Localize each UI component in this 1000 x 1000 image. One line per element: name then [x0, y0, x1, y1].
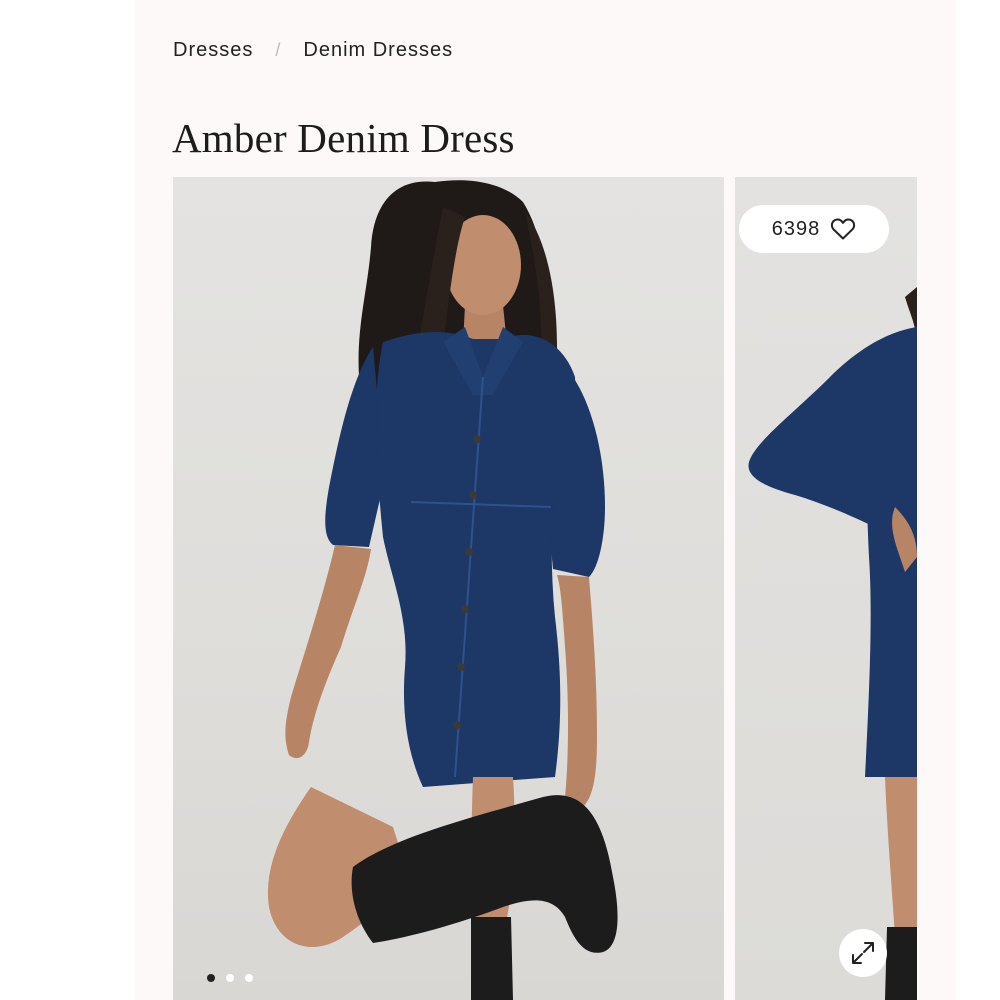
- breadcrumb: Dresses / Denim Dresses: [173, 39, 453, 62]
- pagination-dot-3[interactable]: [245, 974, 253, 982]
- favorite-count: 6398: [771, 217, 821, 240]
- expand-image-button[interactable]: [839, 929, 887, 977]
- product-title: Amber Denim Dress: [172, 115, 515, 161]
- breadcrumb-item-denim-dresses[interactable]: Denim Dresses: [303, 39, 453, 62]
- breadcrumb-item-dresses[interactable]: Dresses: [173, 39, 253, 62]
- expand-icon: [852, 942, 874, 964]
- heart-icon: [831, 218, 856, 240]
- product-photo-model-side: [748, 287, 917, 1000]
- product-page: Dresses / Denim Dresses Amber Denim Dres…: [134, 0, 956, 1000]
- breadcrumb-separator: /: [275, 40, 282, 60]
- product-image-main[interactable]: [173, 177, 724, 1000]
- gallery-pagination: [207, 974, 253, 982]
- pagination-dot-2[interactable]: [226, 974, 234, 982]
- product-image-secondary[interactable]: 6398: [735, 177, 917, 1000]
- pagination-dot-1[interactable]: [207, 974, 215, 982]
- product-image-gallery[interactable]: 6398: [173, 177, 917, 1000]
- favorite-button[interactable]: 6398: [739, 205, 889, 253]
- product-photo-model-front: [267, 180, 618, 1000]
